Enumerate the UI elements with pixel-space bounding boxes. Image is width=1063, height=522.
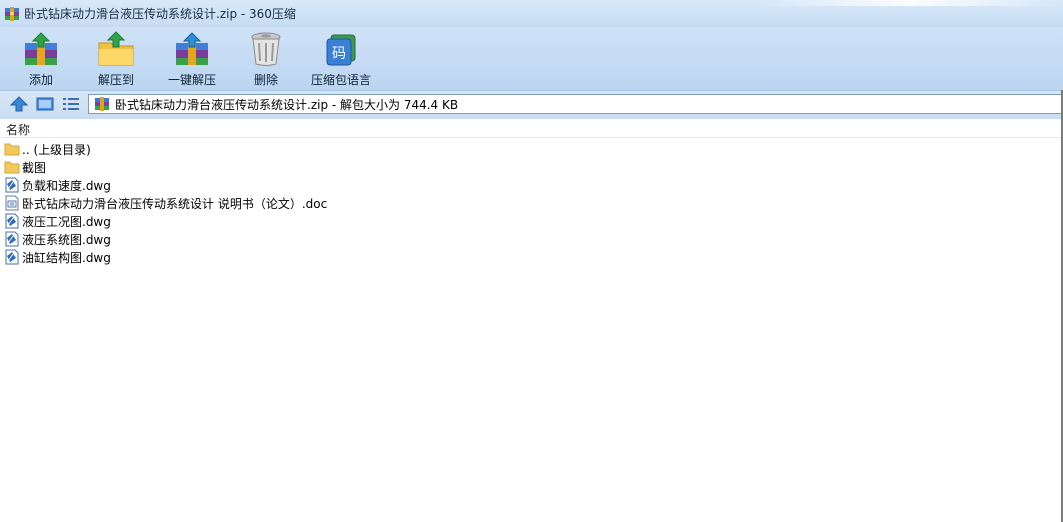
dwg-file-icon	[5, 213, 19, 229]
file-name: 油缸结构图.dwg	[22, 250, 111, 265]
file-name: 负载和速度.dwg	[22, 178, 111, 193]
list-view-icon[interactable]	[62, 96, 80, 112]
dwg-file-icon	[5, 177, 19, 193]
dwg-file-icon	[5, 249, 19, 265]
encoding-icon: 码	[326, 34, 356, 66]
title-bar: 卧式钻床动力滑台液压传动系统设计.zip - 360压缩	[0, 0, 1063, 27]
list-item[interactable]: W 卧式钻床动力滑台液压传动系统设计 说明书（论文）.doc	[0, 194, 600, 212]
add-archive-icon	[25, 32, 57, 65]
file-name: 卧式钻床动力滑台液压传动系统设计 说明书（论文）.doc	[22, 196, 328, 211]
list-item[interactable]: 油缸结构图.dwg	[0, 248, 600, 266]
navigation-bar: 卧式钻床动力滑台液压传动系统设计.zip - 解包大小为 744.4 KB	[0, 90, 1063, 119]
add-button[interactable]: 添加	[20, 27, 62, 87]
file-name: 液压工况图.dwg	[22, 214, 111, 229]
svg-text:码: 码	[332, 46, 346, 62]
delete-label: 删除	[253, 73, 278, 87]
address-path: 卧式钻床动力滑台液压传动系统设计.zip - 解包大小为 744.4 KB	[115, 97, 459, 112]
folder-icon	[4, 143, 20, 156]
extract-folder-icon	[98, 31, 134, 66]
up-arrow-icon[interactable]	[10, 96, 28, 112]
title-bar-glare	[760, 0, 1060, 6]
thumbnail-view-icon[interactable]	[36, 96, 54, 112]
window-title: 卧式钻床动力滑台液压传动系统设计.zip - 360压缩	[24, 7, 296, 21]
add-label: 添加	[28, 73, 53, 87]
one-click-extract-label: 一键解压	[167, 73, 216, 87]
zip-archive-icon	[5, 6, 19, 21]
delete-button[interactable]: 删除	[246, 27, 286, 87]
file-name: .. (上级目录)	[22, 142, 91, 157]
extract-to-label: 解压到	[97, 73, 134, 87]
list-item[interactable]: 截图	[0, 158, 600, 176]
trash-can-icon	[251, 32, 281, 66]
file-name: 截图	[22, 160, 47, 175]
toolbar: 添加 解压到 一键解压 删除 码 压缩包语言	[0, 27, 1063, 90]
one-click-extract-icon	[176, 32, 208, 65]
column-header-name[interactable]: 名称	[6, 121, 30, 138]
zip-archive-icon	[95, 97, 109, 111]
svg-text:W: W	[10, 202, 15, 208]
dwg-file-icon	[5, 231, 19, 247]
list-header: 名称	[0, 119, 1063, 138]
doc-file-icon: W	[5, 195, 19, 211]
archive-language-label: 压缩包语言	[310, 73, 371, 87]
list-item[interactable]: 负载和速度.dwg	[0, 176, 600, 194]
address-bar[interactable]: 卧式钻床动力滑台液压传动系统设计.zip - 解包大小为 744.4 KB	[88, 94, 1063, 114]
folder-icon	[4, 161, 20, 174]
list-item[interactable]: 液压系统图.dwg	[0, 230, 600, 248]
list-item[interactable]: 液压工况图.dwg	[0, 212, 600, 230]
file-name: 液压系统图.dwg	[22, 232, 111, 247]
list-item-parent-directory[interactable]: .. (上级目录)	[0, 140, 600, 158]
one-click-extract-button[interactable]: 一键解压	[166, 27, 218, 87]
archive-language-button[interactable]: 码 压缩包语言	[310, 27, 372, 87]
extract-to-button[interactable]: 解压到	[94, 27, 138, 87]
